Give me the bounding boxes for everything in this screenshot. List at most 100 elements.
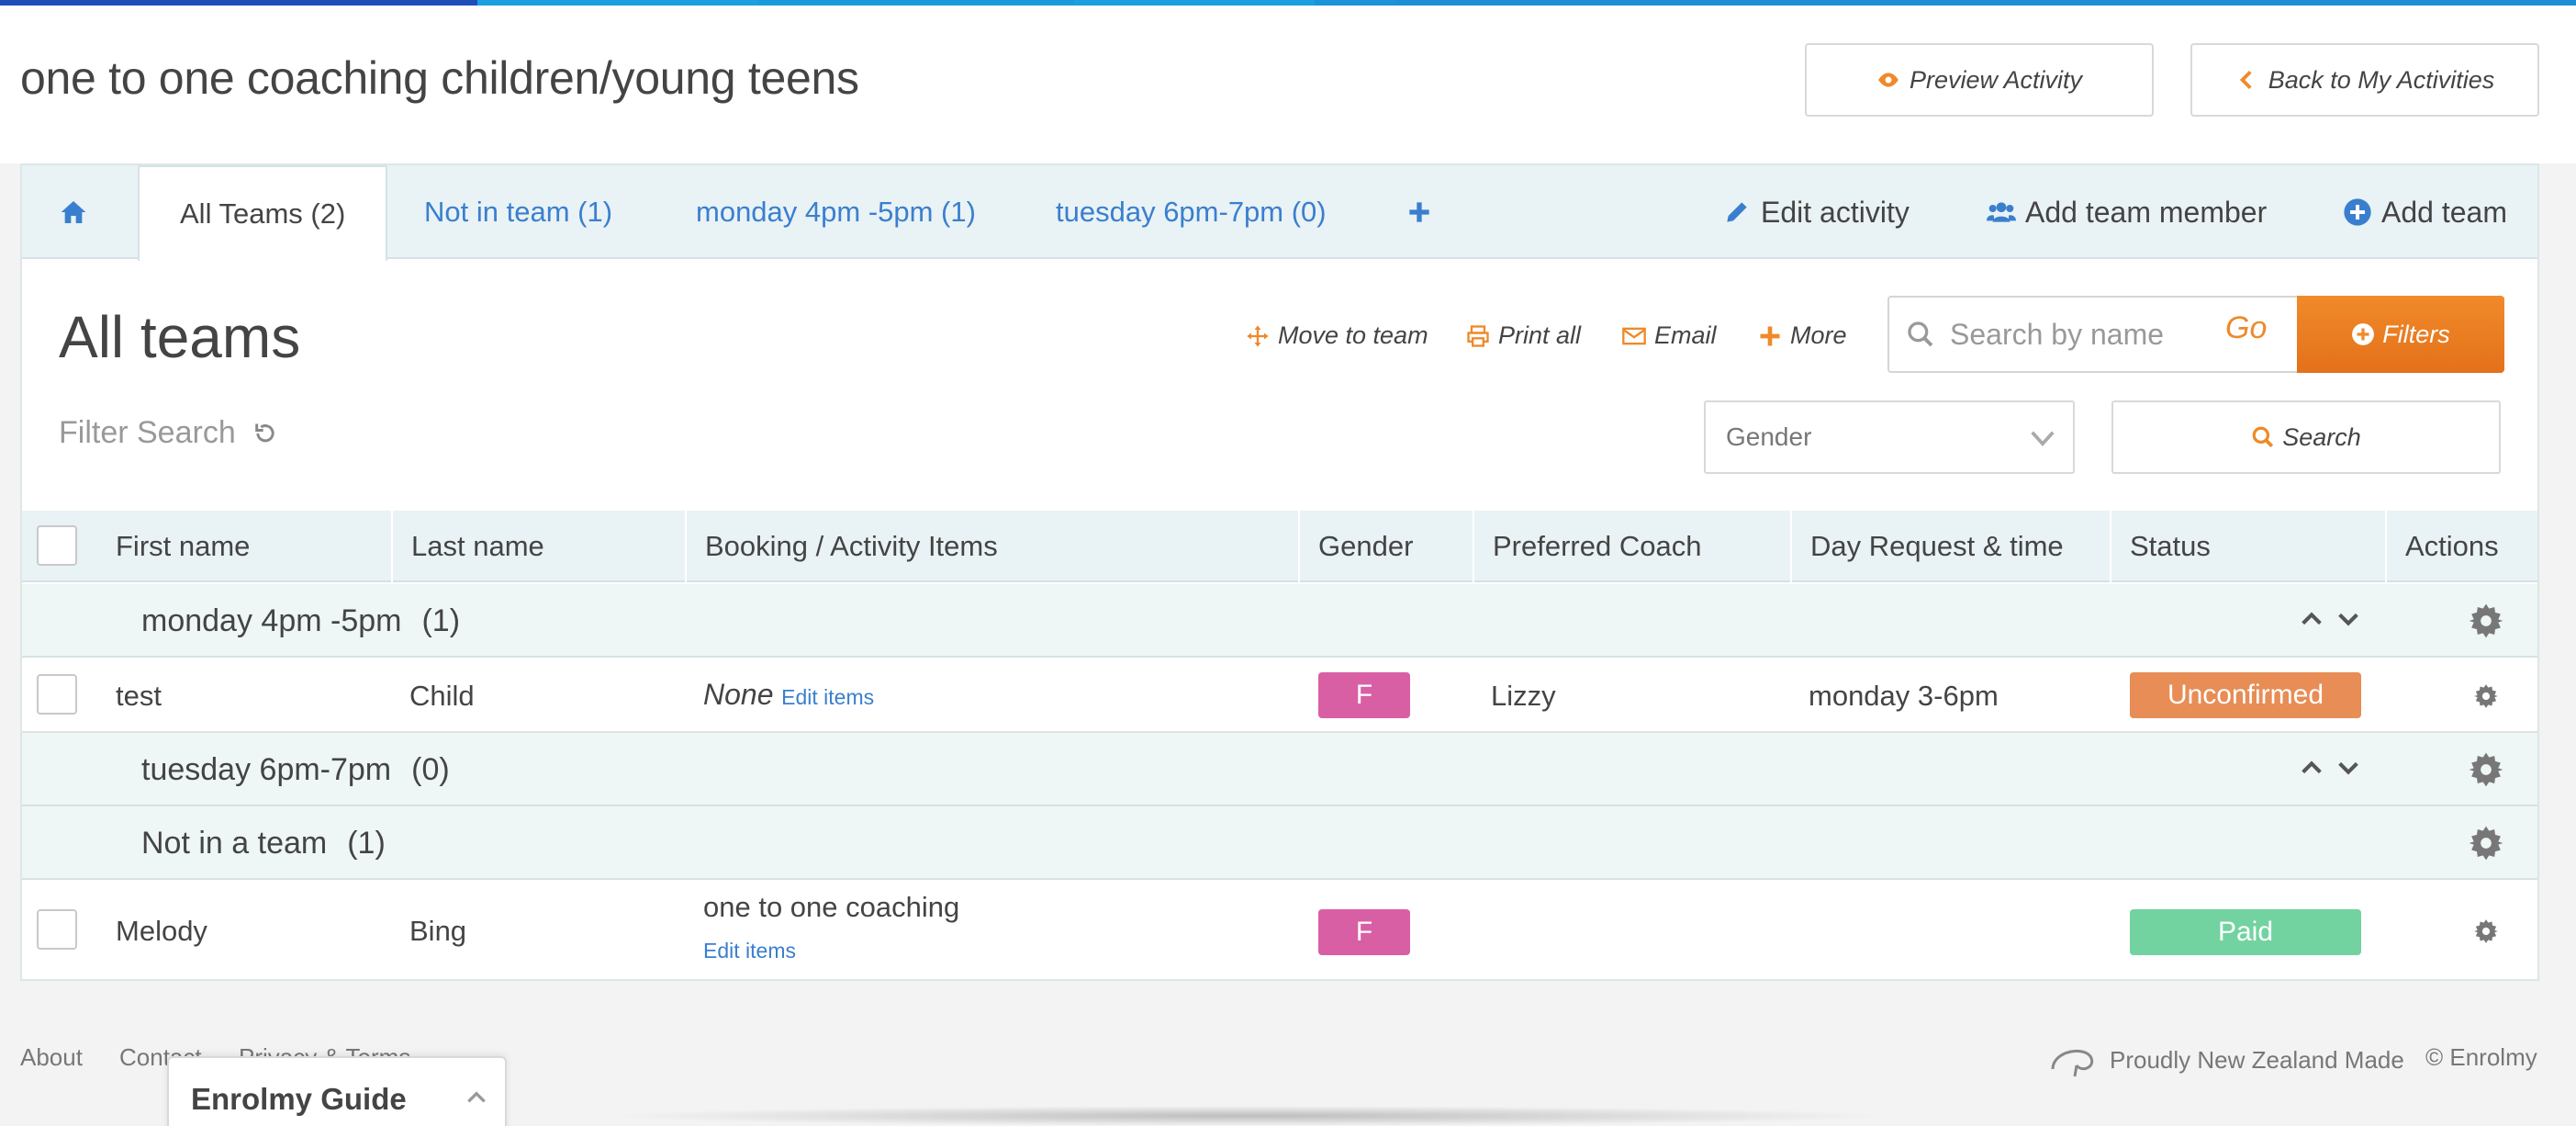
col-status[interactable]: Status bbox=[2110, 511, 2385, 582]
search-button[interactable]: Search bbox=[2111, 400, 2501, 474]
bottom-shadow bbox=[606, 1106, 1891, 1126]
more-button[interactable]: More bbox=[1757, 321, 1847, 350]
add-team-label: Add team bbox=[2381, 195, 2507, 229]
status-badge: Paid bbox=[2130, 909, 2361, 955]
guide-title: Enrolmy Guide bbox=[191, 1082, 407, 1116]
more-label: More bbox=[1790, 321, 1847, 349]
last-name: Bing bbox=[409, 915, 467, 947]
group-count: (0) bbox=[411, 751, 450, 787]
edit-activity-button[interactable]: Edit activity bbox=[1722, 165, 1910, 259]
edit-items-link[interactable]: Edit items bbox=[781, 685, 874, 709]
col-first-name[interactable]: First name bbox=[97, 511, 391, 582]
group-name: Not in a team (1) bbox=[141, 806, 386, 880]
print-icon bbox=[1467, 324, 1489, 347]
chevron-down-icon bbox=[2031, 431, 2055, 447]
teams-panel: All Teams (2) Not in team (1) monday 4pm… bbox=[20, 163, 2539, 981]
chevron-down-icon[interactable] bbox=[2335, 755, 2361, 781]
page-title: one to one coaching children/young teens bbox=[20, 52, 859, 104]
nz-made: Proudly New Zealand Made bbox=[2049, 1042, 2404, 1078]
nz-logo-icon bbox=[2051, 1049, 2094, 1077]
tab-all-teams[interactable]: All Teams (2) bbox=[138, 165, 388, 261]
users-icon bbox=[1987, 202, 2016, 222]
gender-badge: F bbox=[1318, 909, 1410, 955]
last-name: Child bbox=[409, 680, 475, 712]
chevron-down-icon[interactable] bbox=[2335, 606, 2361, 632]
gender-select[interactable]: Gender bbox=[1704, 400, 2075, 474]
day-request: monday 3-6pm bbox=[1809, 680, 1999, 712]
move-to-team-button[interactable]: Move to team bbox=[1245, 321, 1428, 350]
move-icon bbox=[1247, 324, 1269, 347]
gear-icon[interactable] bbox=[2468, 602, 2504, 639]
table-header: First name Last name Booking / Activity … bbox=[22, 511, 2537, 582]
search-button-label: Search bbox=[2282, 422, 2361, 451]
reorder-controls bbox=[2299, 606, 2361, 632]
page-header: one to one coaching children/young teens… bbox=[0, 6, 2576, 163]
eye-icon bbox=[1878, 73, 1898, 87]
group-name: monday 4pm -5pm (1) bbox=[141, 584, 460, 658]
plus-circle-icon bbox=[2344, 198, 2371, 226]
col-preferred-coach[interactable]: Preferred Coach bbox=[1473, 511, 1790, 582]
group-count: (1) bbox=[421, 602, 461, 638]
gear-icon[interactable] bbox=[2473, 683, 2499, 709]
email-button[interactable]: Email bbox=[1621, 321, 1717, 350]
back-label: Back to My Activities bbox=[2268, 65, 2495, 94]
filters-label: Filters bbox=[2382, 320, 2450, 348]
team-tabs: All Teams (2) Not in team (1) monday 4pm… bbox=[22, 165, 2537, 261]
home-icon bbox=[61, 201, 86, 223]
group-row: Not in a team (1) bbox=[22, 806, 2537, 880]
preferred-coach: Lizzy bbox=[1491, 680, 1556, 712]
tab-add-team[interactable] bbox=[1405, 165, 1434, 259]
row-checkbox[interactable] bbox=[37, 909, 77, 950]
gear-icon[interactable] bbox=[2468, 751, 2504, 788]
gear-icon[interactable] bbox=[2473, 918, 2499, 944]
preview-activity-button[interactable]: Preview Activity bbox=[1805, 43, 2154, 117]
add-team-member-button[interactable]: Add team member bbox=[1987, 165, 2267, 259]
reorder-controls bbox=[2299, 755, 2361, 781]
group-count: (1) bbox=[347, 825, 386, 861]
chevron-up-icon[interactable] bbox=[2299, 606, 2324, 632]
group-name: tuesday 6pm-7pm (0) bbox=[141, 733, 450, 806]
print-all-button[interactable]: Print all bbox=[1465, 321, 1581, 350]
booking-value: None bbox=[703, 678, 774, 711]
go-button[interactable]: Go bbox=[2225, 310, 2267, 346]
envelope-icon bbox=[1622, 327, 1646, 344]
add-team-button[interactable]: Add team bbox=[2343, 165, 2507, 259]
gender-badge: F bbox=[1318, 672, 1410, 718]
section-heading: All teams bbox=[59, 304, 301, 370]
first-name: Melody bbox=[116, 915, 207, 947]
nz-made-label: Proudly New Zealand Made bbox=[2110, 1045, 2404, 1074]
pencil-icon bbox=[1727, 202, 1747, 222]
print-all-label: Print all bbox=[1498, 321, 1582, 349]
tab-tuesday[interactable]: tuesday 6pm-7pm (0) bbox=[1056, 165, 1327, 259]
edit-activity-label: Edit activity bbox=[1761, 195, 1910, 229]
col-gender[interactable]: Gender bbox=[1298, 511, 1473, 582]
col-day-request[interactable]: Day Request & time bbox=[1790, 511, 2110, 582]
chevron-up-icon[interactable] bbox=[465, 1086, 488, 1109]
edit-items-link[interactable]: Edit items bbox=[703, 939, 796, 963]
search-icon bbox=[1908, 321, 1933, 347]
chevron-left-icon bbox=[2239, 70, 2252, 90]
group-row: monday 4pm -5pm (1) bbox=[22, 584, 2537, 658]
table-row[interactable]: test Child None Edit items F Lizzy monda… bbox=[22, 659, 2537, 733]
tab-home[interactable] bbox=[59, 165, 132, 259]
table-row[interactable]: Melody Bing one to one coaching Edit ite… bbox=[22, 882, 2537, 979]
plus-circle-icon bbox=[2352, 323, 2375, 345]
enrolmy-guide-widget[interactable]: Enrolmy Guide bbox=[167, 1056, 507, 1126]
search-input[interactable] bbox=[1950, 317, 2225, 352]
col-booking[interactable]: Booking / Activity Items bbox=[685, 511, 1298, 582]
gear-icon[interactable] bbox=[2468, 825, 2504, 861]
footer-about-link[interactable]: About bbox=[20, 1043, 83, 1072]
group-title: tuesday 6pm-7pm bbox=[141, 751, 392, 787]
tab-monday[interactable]: monday 4pm -5pm (1) bbox=[696, 165, 976, 259]
row-checkbox[interactable] bbox=[37, 674, 77, 715]
chevron-up-icon[interactable] bbox=[2299, 755, 2324, 781]
back-to-activities-button[interactable]: Back to My Activities bbox=[2190, 43, 2539, 117]
reset-icon[interactable] bbox=[252, 421, 278, 446]
select-all-checkbox[interactable] bbox=[37, 525, 77, 566]
group-title: Not in a team bbox=[141, 825, 328, 861]
tab-not-in-team[interactable]: Not in team (1) bbox=[424, 165, 612, 259]
footer-copyright: © Enrolmy bbox=[2425, 1043, 2537, 1071]
booking-items: None Edit items bbox=[703, 678, 874, 712]
col-last-name[interactable]: Last name bbox=[391, 511, 685, 582]
filters-button[interactable]: Filters bbox=[2297, 296, 2504, 373]
